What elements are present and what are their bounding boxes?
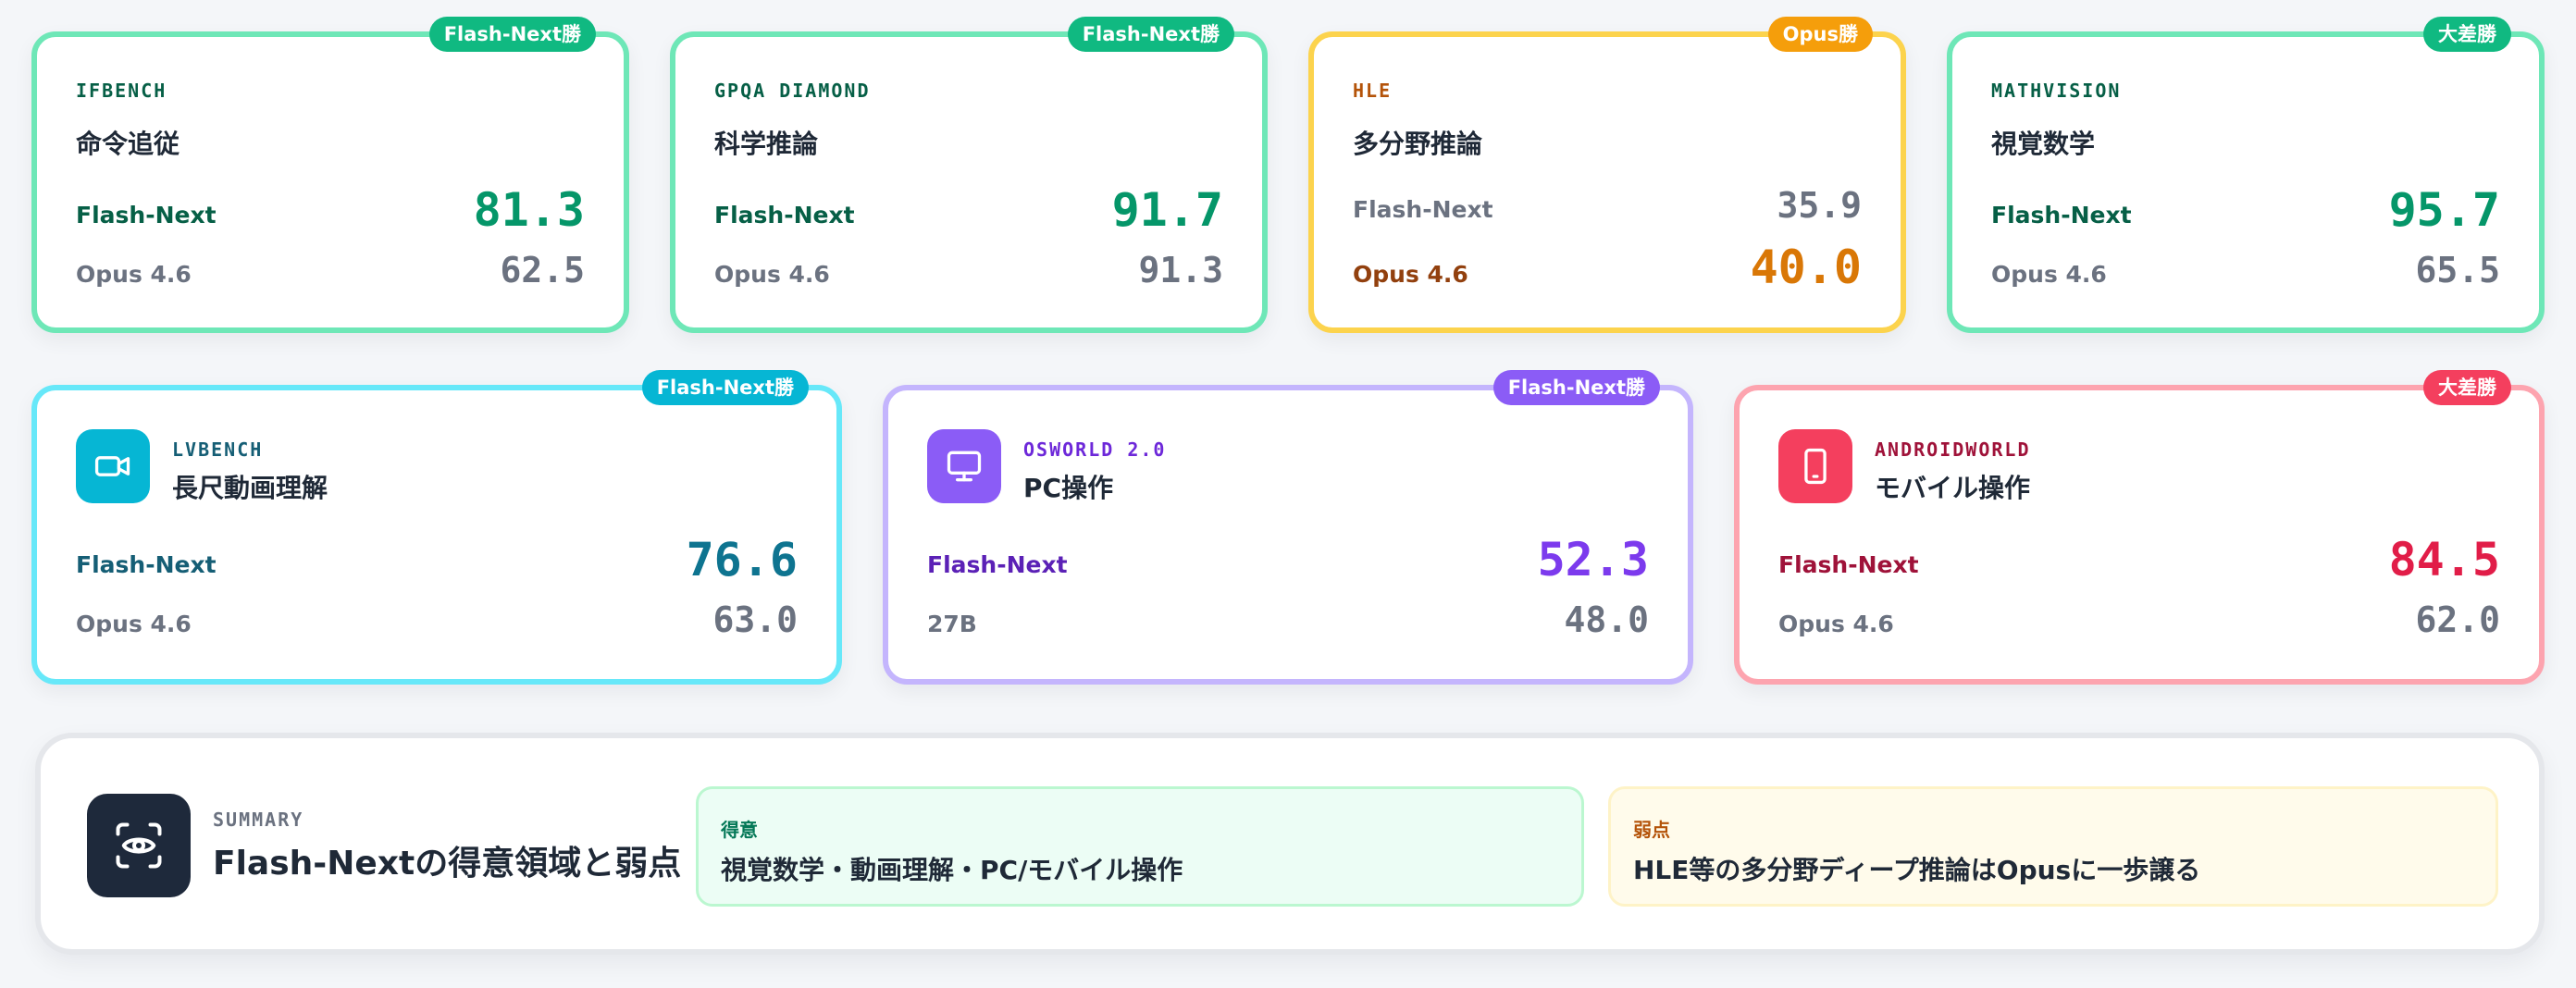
monitor-icon [927,429,1001,503]
smartphone-icon [1778,429,1852,503]
model-label-primary: Flash-Next [714,202,855,228]
score-primary: 81.3 [473,183,585,237]
score-primary: 35.9 [1777,185,1862,226]
score-secondary: 91.3 [1138,250,1223,290]
summary-tag: SUMMARY [213,809,304,831]
eye-scan-icon [87,794,191,897]
benchmark-card-androidworld: 大差勝 ANDROIDWORLD モバイル操作 Flash-Next 84.5 … [1734,370,2545,685]
score-secondary: 62.5 [500,250,585,290]
weakness-heading: 弱点 [1633,819,1670,841]
summary-title: Flash-Nextの得意領域と弱点 [213,845,682,883]
benchmark-title: PC操作 [1023,473,1114,503]
winner-badge: Opus勝 [1767,17,1873,52]
benchmark-tag: GPQA DIAMOND [714,80,871,102]
strength-text: 視覚数学・動画理解・PC/モバイル操作 [721,855,1183,885]
model-label-primary: Flash-Next [927,551,1068,578]
model-label-primary: Flash-Next [76,202,217,228]
model-label-secondary: Opus 4.6 [1778,611,1894,637]
score-primary: 91.7 [1111,183,1223,237]
model-label-primary: Flash-Next [1778,551,1919,578]
model-label-primary: Flash-Next [1991,202,2132,228]
winner-badge: Flash-Next勝 [641,370,809,405]
winner-badge: Flash-Next勝 [1492,370,1660,405]
benchmark-title: 命令追従 [76,129,180,159]
winner-badge: Flash-Next勝 [428,17,596,52]
model-label-secondary: Opus 4.6 [714,261,830,288]
benchmark-card-hle: Opus勝 HLE 多分野推論 Flash-Next 35.9 Opus 4.6… [1308,17,1906,333]
benchmark-title: モバイル操作 [1875,473,2031,503]
model-label-primary: Flash-Next [76,551,217,578]
benchmark-card-ifbench: Flash-Next勝 IFBENCH 命令追従 Flash-Next 81.3… [31,17,629,333]
score-secondary: 65.5 [2415,250,2500,290]
benchmark-card-mathvision: 大差勝 MATHVISION 視覚数学 Flash-Next 95.7 Opus… [1947,17,2545,333]
benchmark-tag: HLE [1353,80,1393,102]
summary-panel: SUMMARY Flash-Nextの得意領域と弱点 得意 視覚数学・動画理解・… [35,733,2545,955]
model-label-secondary: 27B [927,611,977,637]
model-label-secondary: Opus 4.6 [76,611,192,637]
video-camera-icon [76,429,150,503]
score-secondary: 63.0 [712,599,798,640]
model-label-primary: Flash-Next [1353,196,1493,223]
model-label-secondary: Opus 4.6 [1353,261,1468,288]
benchmark-tag: MATHVISION [1991,80,2122,102]
benchmark-card-gpqa: Flash-Next勝 GPQA DIAMOND 科学推論 Flash-Next… [670,17,1268,333]
strength-box: 得意 視覚数学・動画理解・PC/モバイル操作 [696,786,1584,907]
benchmark-card-lvbench: Flash-Next勝 LVBENCH 長尺動画理解 Flash-Next 76… [31,370,842,685]
strength-heading: 得意 [721,819,758,841]
benchmark-tag: IFBENCH [76,80,167,102]
benchmark-tag: LVBENCH [172,438,264,461]
score-primary: 95.7 [2388,183,2500,237]
model-label-secondary: Opus 4.6 [1991,261,2107,288]
winner-badge: 大差勝 [2423,370,2511,405]
score-secondary: 40.0 [1750,241,1862,294]
benchmark-title: 視覚数学 [1991,129,2096,159]
score-secondary: 62.0 [2415,599,2500,640]
benchmark-title: 長尺動画理解 [172,473,328,503]
weakness-text: HLE等の多分野ディープ推論はOpusに一歩譲る [1633,855,2201,885]
benchmark-tag: ANDROIDWORLD [1875,438,2031,461]
score-primary: 52.3 [1537,533,1649,587]
score-primary: 76.6 [686,533,798,587]
score-primary: 84.5 [2388,533,2500,587]
benchmark-title: 科学推論 [714,129,819,159]
score-secondary: 48.0 [1564,599,1649,640]
benchmark-card-osworld: Flash-Next勝 OSWORLD 2.0 PC操作 Flash-Next … [883,370,1693,685]
weakness-box: 弱点 HLE等の多分野ディープ推論はOpusに一歩譲る [1608,786,2498,907]
model-label-secondary: Opus 4.6 [76,261,192,288]
winner-badge: Flash-Next勝 [1067,17,1234,52]
winner-badge: 大差勝 [2423,17,2511,52]
benchmark-title: 多分野推論 [1353,129,1483,159]
benchmark-tag: OSWORLD 2.0 [1023,438,1167,461]
